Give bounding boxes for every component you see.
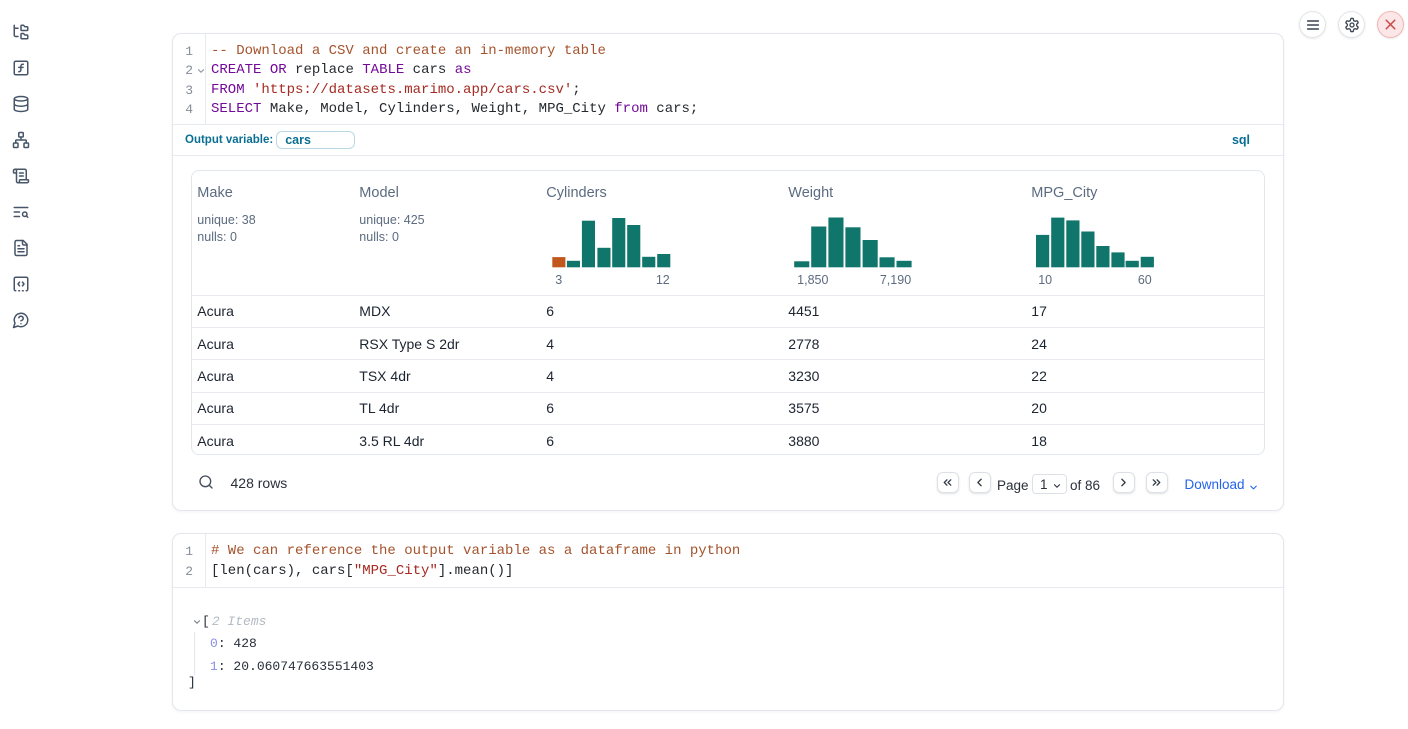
svg-text:1,850: 1,850 bbox=[797, 273, 828, 287]
svg-text:60: 60 bbox=[1138, 273, 1152, 287]
svg-text:3: 3 bbox=[555, 273, 562, 287]
svg-text:12: 12 bbox=[656, 273, 670, 287]
svg-text:7,190: 7,190 bbox=[880, 273, 911, 287]
svg-text:10: 10 bbox=[1038, 273, 1052, 287]
